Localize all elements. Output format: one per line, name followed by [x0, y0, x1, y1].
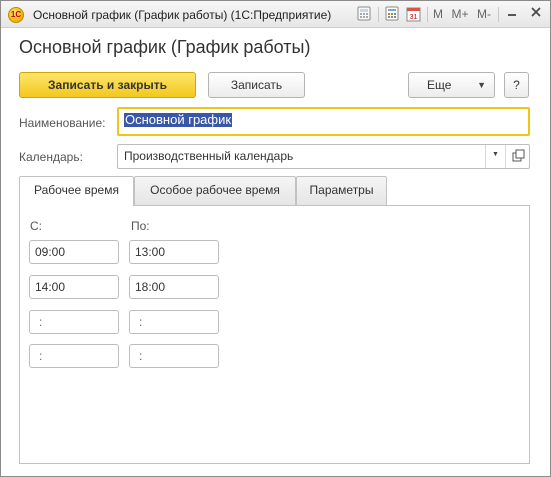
from-time-input[interactable]: 14:00 [29, 275, 119, 299]
close-icon[interactable] [527, 6, 545, 23]
tab-special-work-time[interactable]: Особое рабочее время [134, 176, 296, 205]
calendar-icon[interactable]: 31 [404, 6, 422, 23]
to-time-input[interactable]: : [129, 310, 219, 334]
name-input[interactable]: Основной график [117, 107, 530, 136]
open-object-icon [512, 149, 525, 162]
name-label: Наименование: [19, 116, 106, 130]
calculator-icon[interactable] [355, 6, 373, 23]
more-actions-label: Еще [427, 78, 452, 92]
calendar-open-button[interactable] [505, 145, 529, 168]
name-input-value: Основной график [124, 112, 233, 127]
calendar-input-value: Производственный календарь [124, 149, 294, 163]
save-and-close-button[interactable]: Записать и закрыть [19, 72, 196, 98]
calc-grid-icon[interactable] [383, 6, 401, 23]
save-button[interactable]: Записать [208, 72, 305, 98]
svg-text:31: 31 [409, 14, 417, 21]
tab-parameters[interactable]: Параметры [296, 176, 387, 205]
from-time-input[interactable]: 09:00 [29, 240, 119, 264]
help-button[interactable]: ? [504, 72, 529, 98]
calendar-dropdown-button[interactable]: ▼ [485, 145, 505, 168]
from-time-input[interactable]: : [29, 310, 119, 334]
tab-work-time[interactable]: Рабочее время [19, 176, 134, 206]
minimize-icon[interactable] [503, 6, 521, 23]
memory-m-plus-button[interactable]: M+ [450, 6, 470, 23]
form-window: 1С Основной график (График работы) (1С:П… [0, 0, 551, 477]
memory-m-minus-button[interactable]: M- [474, 6, 494, 23]
memory-m-button[interactable]: M [431, 6, 445, 23]
to-time-input[interactable]: 13:00 [129, 240, 219, 264]
to-column-label: По: [131, 219, 150, 233]
calendar-label: Календарь: [19, 150, 83, 164]
dropdown-arrow-icon: ▼ [477, 80, 486, 90]
titlebar-separator [427, 7, 428, 22]
form-title: Основной график (График работы) [19, 37, 311, 57]
to-time-input[interactable]: : [129, 344, 219, 368]
titlebar-separator [378, 7, 379, 22]
more-actions-button[interactable]: Еще ▼ [408, 72, 495, 98]
to-time-input[interactable]: 18:00 [129, 275, 219, 299]
window-title: Основной график (График работы) (1С:Пред… [33, 8, 332, 22]
from-column-label: С: [30, 219, 42, 233]
chevron-down-icon: ▼ [492, 151, 499, 158]
titlebar-separator [498, 7, 499, 22]
work-time-panel: С: По: 09:00 13:00 14:00 18:00 : : : : [19, 205, 530, 464]
titlebar: 1С Основной график (График работы) (1С:П… [1, 1, 550, 28]
from-time-input[interactable]: : [29, 344, 119, 368]
app-logo-icon: 1С [8, 7, 24, 23]
calendar-input[interactable]: Производственный календарь ▼ [117, 144, 530, 169]
